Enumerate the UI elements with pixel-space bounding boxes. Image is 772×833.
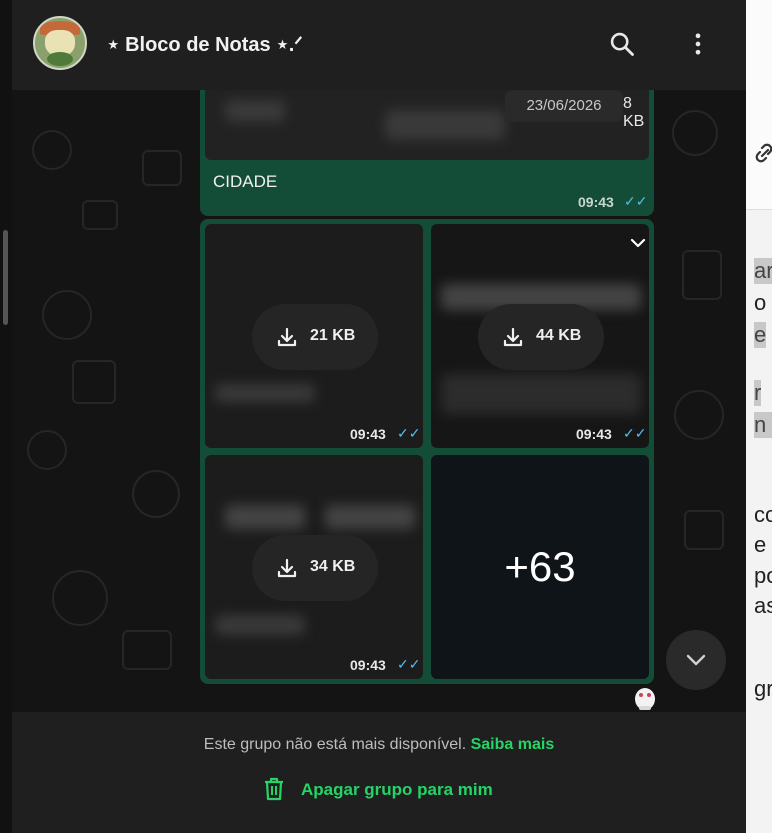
wallpaper-doodle bbox=[52, 570, 108, 626]
double-check-icon: ✓✓ bbox=[623, 425, 647, 441]
background-text: gru bbox=[754, 676, 772, 701]
blurred-content bbox=[225, 100, 285, 122]
background-text: e bbox=[754, 322, 767, 348]
unavailable-notice: Este grupo não está mais disponível. Sai… bbox=[12, 736, 746, 754]
message-time: 09:43 bbox=[350, 657, 386, 673]
double-check-icon: ✓✓ bbox=[624, 193, 648, 209]
background-text: pos bbox=[754, 563, 772, 588]
wallpaper-doodle bbox=[122, 630, 172, 670]
wallpaper-doodle bbox=[684, 510, 724, 550]
image-thumbnail[interactable]: 23/06/2026 8 KB bbox=[205, 90, 649, 160]
notice-text: Este grupo não está mais disponível. bbox=[203, 736, 467, 753]
group-title[interactable]: ⋆ Bloco de Notas ⋆.ᐟ bbox=[107, 32, 303, 57]
media-tile[interactable]: 21 KB 09:43 ✓✓ bbox=[205, 224, 423, 448]
file-size: 21 KB bbox=[310, 327, 356, 344]
message-time: 09:43 bbox=[350, 426, 386, 442]
wallpaper-doodle bbox=[72, 360, 116, 404]
group-unavailable-footer: Este grupo não está mais disponível. Sai… bbox=[12, 712, 746, 833]
wallpaper-doodle bbox=[682, 250, 722, 300]
background-text: con bbox=[754, 502, 772, 527]
link-icon bbox=[755, 143, 772, 163]
blurred-content bbox=[215, 615, 305, 635]
media-grid[interactable]: 21 KB 09:43 ✓✓ 44 KB 09:43 ✓✓ 34 KB 09:4… bbox=[200, 219, 654, 684]
background-document-window: ara o d e r n e con e pos as gru bbox=[746, 0, 772, 833]
double-check-icon: ✓✓ bbox=[397, 425, 421, 441]
group-avatar[interactable] bbox=[33, 16, 87, 70]
chat-window: ⋆ Bloco de Notas ⋆.ᐟ 23/06/2026 8 KB CID… bbox=[0, 0, 746, 833]
scroll-to-bottom-button[interactable] bbox=[666, 630, 726, 690]
message-bubble-image[interactable]: 23/06/2026 8 KB CIDADE 09:43 ✓✓ bbox=[200, 90, 654, 216]
chevron-down-icon bbox=[686, 654, 706, 666]
search-icon[interactable] bbox=[608, 30, 636, 58]
more-count: +63 bbox=[504, 543, 576, 590]
chevron-down-icon[interactable] bbox=[629, 236, 647, 255]
wallpaper-doodle bbox=[674, 390, 724, 440]
background-text: e bbox=[754, 532, 767, 557]
blurred-content bbox=[225, 505, 305, 529]
background-text: as bbox=[754, 593, 772, 618]
wallpaper-doodle bbox=[42, 290, 92, 340]
chat-header[interactable]: ⋆ Bloco de Notas ⋆.ᐟ bbox=[12, 0, 746, 90]
chat-area[interactable]: 23/06/2026 8 KB CIDADE 09:43 ✓✓ 21 KB 09… bbox=[12, 90, 746, 712]
blurred-content bbox=[441, 374, 641, 414]
download-icon bbox=[277, 558, 297, 578]
file-size: 8 KB bbox=[623, 95, 645, 130]
wallpaper-doodle bbox=[142, 150, 182, 186]
wallpaper-doodle bbox=[132, 470, 180, 518]
message-caption: CIDADE bbox=[213, 172, 278, 191]
download-icon bbox=[277, 327, 297, 347]
background-toolbar bbox=[746, 0, 772, 210]
delete-group-label: Apagar grupo para mim bbox=[301, 780, 493, 799]
wallpaper-doodle bbox=[27, 430, 67, 470]
left-scrollbar-thumb[interactable] bbox=[3, 230, 8, 325]
more-media-tile[interactable]: +63 bbox=[431, 455, 649, 679]
learn-more-link[interactable]: Saiba mais bbox=[471, 736, 555, 753]
avatar-leaf bbox=[47, 52, 73, 66]
left-scroll-strip bbox=[0, 0, 12, 833]
message-time: 09:43 bbox=[578, 194, 614, 210]
media-tile[interactable]: 34 KB 09:43 ✓✓ bbox=[205, 455, 423, 679]
blurred-content bbox=[215, 384, 315, 402]
download-icon bbox=[503, 327, 523, 347]
wallpaper-doodle bbox=[32, 130, 72, 170]
file-size: 44 KB bbox=[536, 327, 582, 344]
reaction-sticker-icon[interactable] bbox=[630, 682, 660, 712]
background-text: n e bbox=[754, 412, 772, 438]
background-text: r bbox=[754, 380, 762, 406]
file-size: 34 KB bbox=[310, 558, 356, 575]
trash-icon bbox=[265, 777, 283, 801]
message-time: 09:43 bbox=[576, 426, 612, 442]
wallpaper-doodle bbox=[672, 110, 718, 156]
blurred-content bbox=[325, 505, 415, 529]
download-button[interactable]: 21 KB bbox=[252, 304, 378, 370]
more-vert-icon[interactable] bbox=[684, 30, 712, 58]
download-button[interactable]: 44 KB bbox=[478, 304, 604, 370]
wallpaper-doodle bbox=[82, 200, 118, 230]
double-check-icon: ✓✓ bbox=[397, 656, 421, 672]
blurred-content bbox=[385, 110, 505, 140]
background-text: o d bbox=[754, 290, 772, 315]
download-button[interactable]: 34 KB bbox=[252, 535, 378, 601]
background-text: ara bbox=[754, 258, 772, 284]
date-label: 23/06/2026 bbox=[505, 90, 623, 122]
media-tile[interactable]: 44 KB 09:43 ✓✓ bbox=[431, 224, 649, 448]
